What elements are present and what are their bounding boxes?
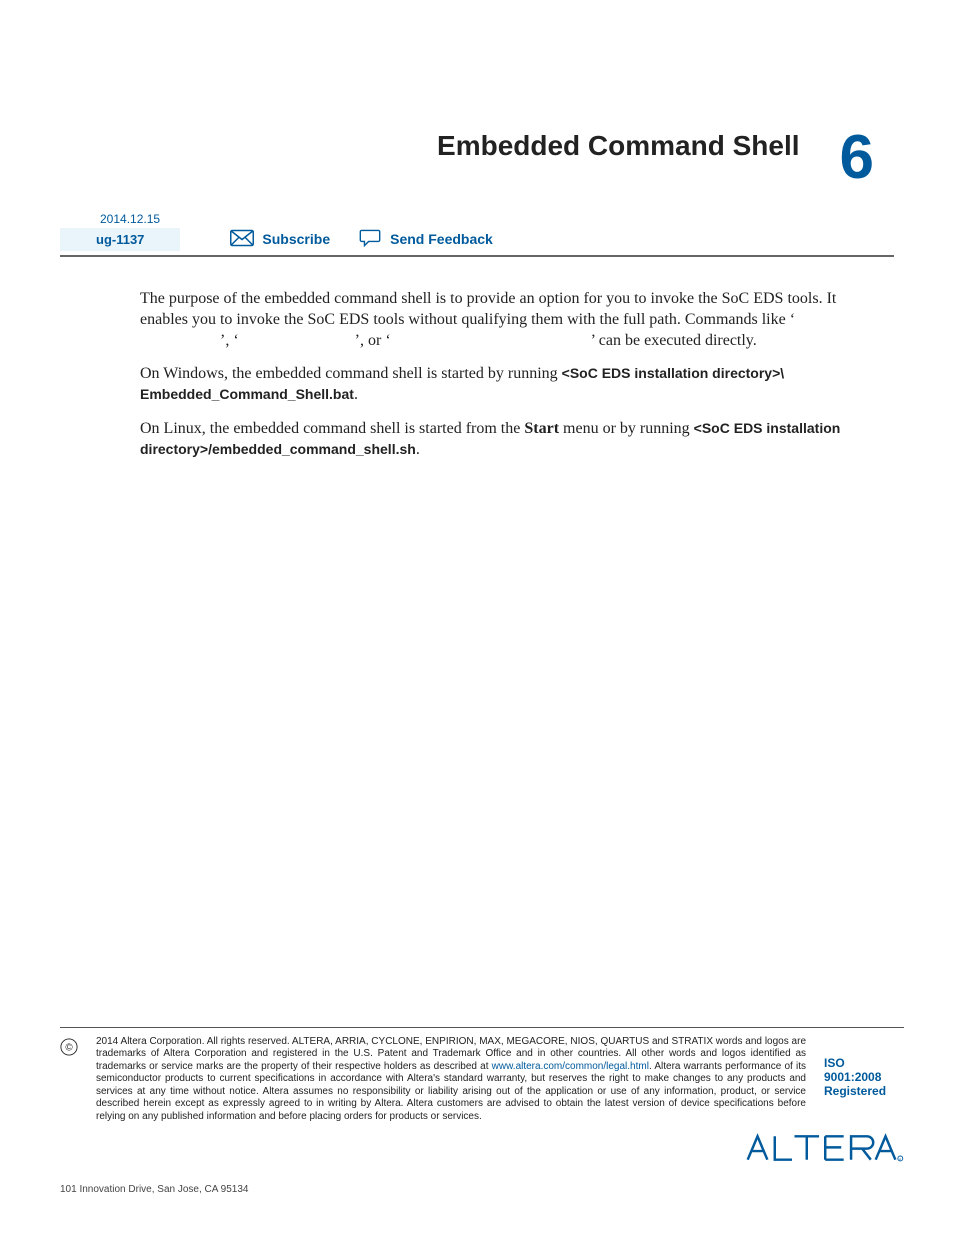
subscribe-label: Subscribe <box>262 231 330 247</box>
envelope-icon <box>230 229 254 250</box>
legal-link[interactable]: www.altera.com/common/legal.html <box>492 1061 649 1072</box>
altera-logo: R <box>744 1131 904 1170</box>
page-title: Embedded Command Shell <box>437 130 800 162</box>
feedback-label: Send Feedback <box>390 231 493 247</box>
svg-text:©: © <box>65 1042 73 1053</box>
body-content: The purpose of the embedded command shel… <box>140 288 864 472</box>
chapter-number: 6 <box>840 130 874 186</box>
paragraph-1: The purpose of the embedded command shel… <box>140 288 864 351</box>
copyright-icon: © <box>60 1036 78 1056</box>
paragraph-3: On Linux, the embedded command shell is … <box>140 418 864 460</box>
paragraph-2: On Windows, the embedded command shell i… <box>140 363 864 405</box>
doc-id[interactable]: ug-1137 <box>60 228 180 251</box>
feedback-link[interactable]: Send Feedback <box>358 229 493 250</box>
speech-bubble-icon <box>358 229 382 250</box>
footer-address: 101 Innovation Drive, San Jose, CA 95134 <box>60 1184 904 1195</box>
footer-copyright: 2014 Altera Corporation. All rights rese… <box>96 1036 806 1124</box>
footer-rule <box>60 1027 904 1028</box>
doc-date: 2014.12.15 <box>100 212 894 226</box>
subscribe-link[interactable]: Subscribe <box>230 229 330 250</box>
iso-badge[interactable]: ISO 9001:2008 Registered <box>824 1056 904 1098</box>
